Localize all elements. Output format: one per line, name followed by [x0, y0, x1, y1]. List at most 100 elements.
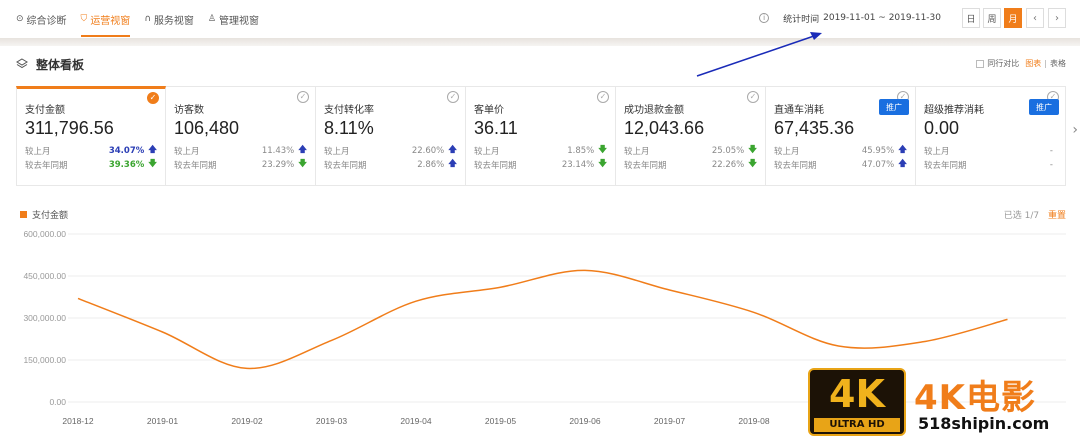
- peer-compare-label[interactable]: 同行对比: [987, 58, 1019, 69]
- mom-value: 34.07%: [108, 145, 145, 156]
- mom-label: 较上月: [924, 146, 950, 157]
- mom-label: 较上月: [25, 146, 51, 157]
- kpi-card-refund[interactable]: ✓ 成功退款金额 12,043.66 较上月 25.05% 🡇 较去年同期 22.26…: [616, 86, 766, 186]
- layers-icon: [16, 58, 28, 69]
- chevron-right-icon[interactable]: ›: [1072, 122, 1078, 138]
- stat-time-range[interactable]: 2019-11-01 ~ 2019-11-30: [823, 13, 941, 23]
- mom-label: 较上月: [324, 146, 350, 157]
- date-controls: i 统计时间 2019-11-01 ~ 2019-11-30 日 周 月 ‹ ›: [759, 8, 1066, 28]
- kpi-mom-row: 较上月 45.95% 🡅: [774, 144, 907, 157]
- kpi-mom-row: 较上月 -: [924, 145, 1057, 157]
- kpi-yoy-row: 较去年同期 -: [924, 159, 1057, 171]
- period-week-button[interactable]: 周: [983, 8, 1001, 28]
- mom-value: 1.85%: [567, 145, 595, 156]
- mom-label: 较上月: [174, 146, 200, 157]
- kpi-title: 支付金额: [25, 105, 65, 116]
- header-divider: [0, 38, 1080, 46]
- x-tick-label: 2019-02: [231, 416, 262, 426]
- prev-period-button[interactable]: ‹: [1026, 8, 1044, 28]
- kpi-title: 客单价: [474, 105, 504, 116]
- period-month-button[interactable]: 月: [1004, 8, 1022, 28]
- x-tick-label: 2019-05: [485, 416, 516, 426]
- arrow-up-icon: 🡅: [448, 144, 457, 155]
- period-day-button[interactable]: 日: [962, 8, 980, 28]
- next-period-button[interactable]: ›: [1048, 8, 1066, 28]
- yoy-value: 47.07%: [861, 159, 895, 170]
- check-icon[interactable]: ✓: [447, 91, 459, 103]
- chart-selection-info: 已选 1/7 重置: [1004, 208, 1066, 221]
- view-separator: |: [1044, 59, 1047, 68]
- chart-legend[interactable]: 支付金额: [20, 208, 68, 221]
- kpi-title: 访客数: [174, 105, 204, 116]
- yoy-value: 22.26%: [711, 159, 745, 170]
- watermark-logo-text: 4K: [829, 372, 885, 416]
- kpi-card-super-recommend[interactable]: ✓ 推广 超级推荐消耗 0.00 较上月 - 较去年同期 -: [916, 86, 1066, 186]
- kpi-yoy-row: 较去年同期 2.86% 🡅: [324, 159, 457, 171]
- kpi-yoy-row: 较去年同期 39.36% 🡇: [25, 159, 157, 171]
- pin-icon: ⊙: [16, 14, 24, 24]
- check-icon[interactable]: ✓: [597, 91, 609, 103]
- mom-value: -: [1049, 145, 1053, 156]
- tab-label: 服务视窗: [153, 15, 194, 27]
- tab-management[interactable]: ♙ 管理视窗: [208, 0, 259, 38]
- y-tick-label: 300,000.00: [23, 313, 66, 323]
- view-table-link[interactable]: 表格: [1050, 58, 1066, 69]
- kpi-mom-row: 较上月 1.85% 🡇: [474, 145, 607, 157]
- x-tick-label: 2018-12: [62, 416, 93, 426]
- promote-button[interactable]: 推广: [879, 99, 909, 115]
- period-selector: 日 周 月: [959, 8, 1022, 28]
- kpi-value: 8.11%: [324, 118, 374, 138]
- kpi-value: 311,796.56: [25, 118, 114, 138]
- x-tick-label: 2019-01: [147, 416, 178, 426]
- kpi-card-through-train[interactable]: ✓ 推广 直通车消耗 67,435.36 较上月 45.95% 🡅 较去年同期 47.…: [766, 86, 916, 186]
- check-icon[interactable]: ✓: [747, 91, 759, 103]
- kpi-title: 成功退款金额: [624, 105, 684, 116]
- watermark: 4K ULTRA HD 4K电影 518shipin.com: [808, 368, 1070, 438]
- mom-label: 较上月: [624, 146, 650, 157]
- kpi-value: 106,480: [174, 118, 240, 138]
- arrow-down-icon: 🡇: [598, 158, 607, 169]
- watermark-logo-sub: ULTRA HD: [814, 418, 900, 432]
- tab-label: 综合诊断: [26, 15, 67, 27]
- view-chart-link[interactable]: 图表: [1025, 58, 1041, 69]
- kpi-yoy-row: 较去年同期 23.29% 🡇: [174, 158, 307, 171]
- arrow-down-icon: 🡇: [748, 144, 757, 155]
- kpi-yoy-row: 较去年同期 22.26% 🡇: [624, 158, 757, 171]
- tab-service[interactable]: ∩ 服务视窗: [144, 0, 194, 38]
- selected-count: 已选 1/7: [1003, 211, 1040, 221]
- yoy-label: 较去年同期: [774, 160, 817, 171]
- kpi-value: 12,043.66: [624, 118, 705, 138]
- watermark-title: 4K电影: [914, 378, 1037, 418]
- kpi-card-conversion[interactable]: ✓ 支付转化率 8.11% 较上月 22.60% 🡅 较去年同期 2.86% 🡅: [316, 86, 466, 186]
- info-icon[interactable]: i: [759, 13, 770, 23]
- person-icon: ♙: [207, 14, 216, 24]
- check-icon[interactable]: ✓: [297, 91, 309, 103]
- yoy-value: 39.36%: [108, 159, 145, 170]
- y-tick-label: 0.00: [49, 397, 66, 407]
- yoy-value: -: [1049, 159, 1053, 170]
- promote-button[interactable]: 推广: [1029, 99, 1059, 115]
- kpi-yoy-row: 较去年同期 47.07% 🡅: [774, 159, 907, 171]
- mom-value: 45.95%: [861, 145, 895, 156]
- kpi-value: 36.11: [474, 118, 518, 138]
- tab-diagnosis[interactable]: ⊙ 综合诊断: [16, 0, 67, 38]
- mom-value: 25.05%: [711, 145, 745, 156]
- arrow-up-icon: 🡅: [898, 144, 907, 155]
- kpi-card-payment[interactable]: ✓ 支付金额 311,796.56 较上月 34.07% 🡅 较去年同期 39.36%…: [16, 86, 166, 186]
- kpi-card-avg-order[interactable]: ✓ 客单价 36.11 较上月 1.85% 🡇 较去年同期 23.14% 🡇: [466, 86, 616, 186]
- tab-operations[interactable]: ⛉ 运营视窗: [80, 0, 130, 38]
- peer-compare-checkbox[interactable]: [976, 59, 985, 68]
- view-tabs: ⊙ 综合诊断 ⛉ 运营视窗 ∩ 服务视窗 ♙ 管理视窗: [16, 0, 273, 38]
- kpi-card-visitors[interactable]: ✓ 访客数 106,480 较上月 11.43% 🡅 较去年同期 23.29% 🡇: [166, 86, 316, 186]
- arrow-down-icon: 🡇: [298, 158, 307, 169]
- series-line-payment[interactable]: [77, 269, 1008, 370]
- check-icon[interactable]: ✓: [147, 92, 159, 104]
- mom-value: 22.60%: [411, 145, 445, 156]
- kpi-cards: ✓ 支付金额 311,796.56 较上月 34.07% 🡅 较去年同期 39.36%…: [16, 86, 1066, 186]
- arrow-down-icon: 🡇: [748, 158, 757, 169]
- yoy-value: 2.86%: [417, 159, 445, 170]
- yoy-label: 较去年同期: [174, 160, 217, 171]
- mom-label: 较上月: [774, 146, 800, 157]
- reset-link[interactable]: 重置: [1048, 211, 1066, 221]
- yoy-value: 23.29%: [261, 159, 295, 170]
